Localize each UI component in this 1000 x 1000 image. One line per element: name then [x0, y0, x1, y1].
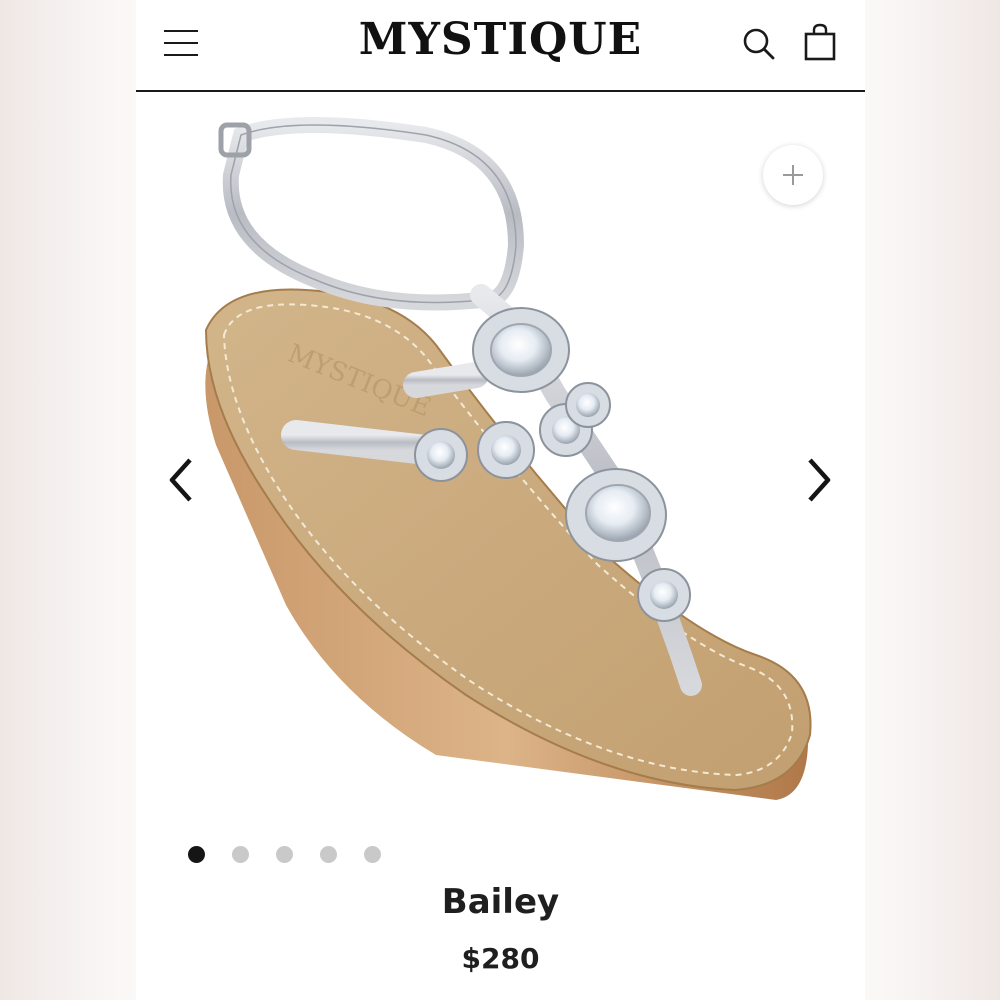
gallery-dot-3[interactable] — [276, 846, 293, 863]
previous-image-button[interactable] — [164, 455, 200, 505]
search-button[interactable] — [742, 26, 776, 62]
shopping-bag-icon — [804, 23, 836, 61]
search-icon — [743, 28, 775, 60]
gallery-dots — [188, 846, 408, 863]
gallery-dot-4[interactable] — [320, 846, 337, 863]
gallery-dot-5[interactable] — [364, 846, 381, 863]
background-left — [0, 0, 136, 1000]
chevron-right-icon — [808, 458, 831, 502]
plus-icon — [783, 165, 803, 185]
gallery-dot-2[interactable] — [232, 846, 249, 863]
product-image[interactable]: MYSTIQUE — [136, 95, 865, 825]
product-page: MYSTIQUE MYSTIQUE Bailey $280 — [136, 0, 865, 1000]
sandal-illustration: MYSTIQUE — [204, 117, 812, 800]
chevron-left-icon — [169, 458, 192, 502]
zoom-button[interactable] — [763, 145, 823, 205]
gallery-dot-1[interactable] — [188, 846, 205, 863]
product-price: $280 — [461, 942, 540, 975]
next-image-button[interactable] — [800, 455, 836, 505]
site-header: MYSTIQUE — [136, 0, 865, 92]
background-right — [864, 0, 1000, 1000]
product-title: Bailey — [441, 882, 560, 922]
cart-button[interactable] — [802, 22, 838, 62]
